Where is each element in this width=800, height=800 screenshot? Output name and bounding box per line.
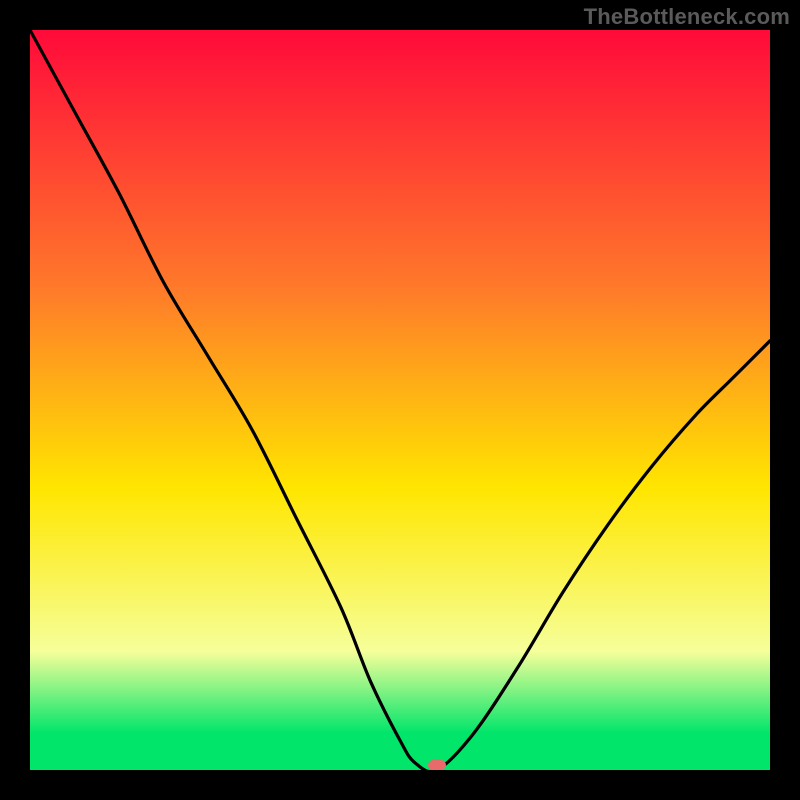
plot-area: [30, 30, 770, 770]
chart-svg: [30, 30, 770, 770]
gradient-rect: [30, 30, 770, 770]
chart-root: TheBottleneck.com: [0, 0, 800, 800]
watermark-text: TheBottleneck.com: [584, 4, 790, 30]
